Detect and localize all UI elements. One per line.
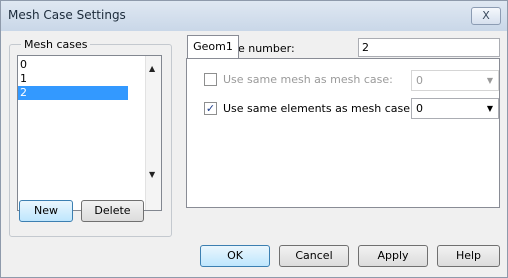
dialog-body: Mesh cases 0 1 2 ▲ ▼ New Delete Mesh cas… (1, 31, 507, 277)
same-elements-select[interactable]: 0 ▼ (411, 98, 499, 119)
close-icon: X (482, 9, 490, 22)
tab-geom1[interactable]: Geom1 (187, 35, 239, 59)
list-item[interactable]: 1 (18, 72, 128, 86)
same-mesh-label: Use same mesh as mesh case: (223, 73, 393, 86)
arrow-up-icon[interactable]: ▲ (149, 64, 155, 73)
cancel-button[interactable]: Cancel (279, 245, 349, 267)
same-elements-value: 0 (416, 102, 423, 115)
new-button[interactable]: New (19, 200, 73, 222)
same-mesh-select[interactable]: 0 ▼ (411, 70, 499, 91)
chevron-down-icon: ▼ (486, 104, 493, 113)
list-item[interactable]: 0 (18, 58, 128, 72)
window-title: Mesh Case Settings (8, 8, 126, 22)
mesh-case-number-field[interactable]: 2 (358, 38, 500, 57)
arrow-down-icon[interactable]: ▼ (149, 170, 155, 179)
checkmark-icon: ✓ (205, 102, 216, 115)
mesh-cases-title: Mesh cases (21, 38, 91, 51)
tab-panel: Use same mesh as mesh case: 0 ▼ ✓ Use sa… (186, 58, 500, 208)
ok-button[interactable]: OK (200, 245, 270, 267)
help-button[interactable]: Help (437, 245, 500, 267)
same-elements-checkbox[interactable]: ✓ (204, 102, 217, 115)
close-button[interactable]: X (471, 7, 501, 25)
apply-button[interactable]: Apply (358, 245, 428, 267)
same-mesh-value: 0 (416, 74, 423, 87)
mesh-cases-list[interactable]: 0 1 2 ▲ ▼ (17, 55, 162, 211)
list-item-selected[interactable]: 2 (18, 86, 128, 100)
list-scrollbar[interactable]: ▲ ▼ (145, 56, 161, 210)
title-bar[interactable]: Mesh Case Settings X (1, 1, 507, 31)
same-mesh-checkbox[interactable] (204, 73, 217, 86)
delete-button[interactable]: Delete (81, 200, 144, 222)
same-elements-label: Use same elements as mesh case: (223, 102, 414, 115)
dialog-window: Mesh Case Settings X Mesh cases 0 1 2 ▲ … (0, 0, 508, 278)
chevron-down-icon: ▼ (486, 76, 493, 85)
